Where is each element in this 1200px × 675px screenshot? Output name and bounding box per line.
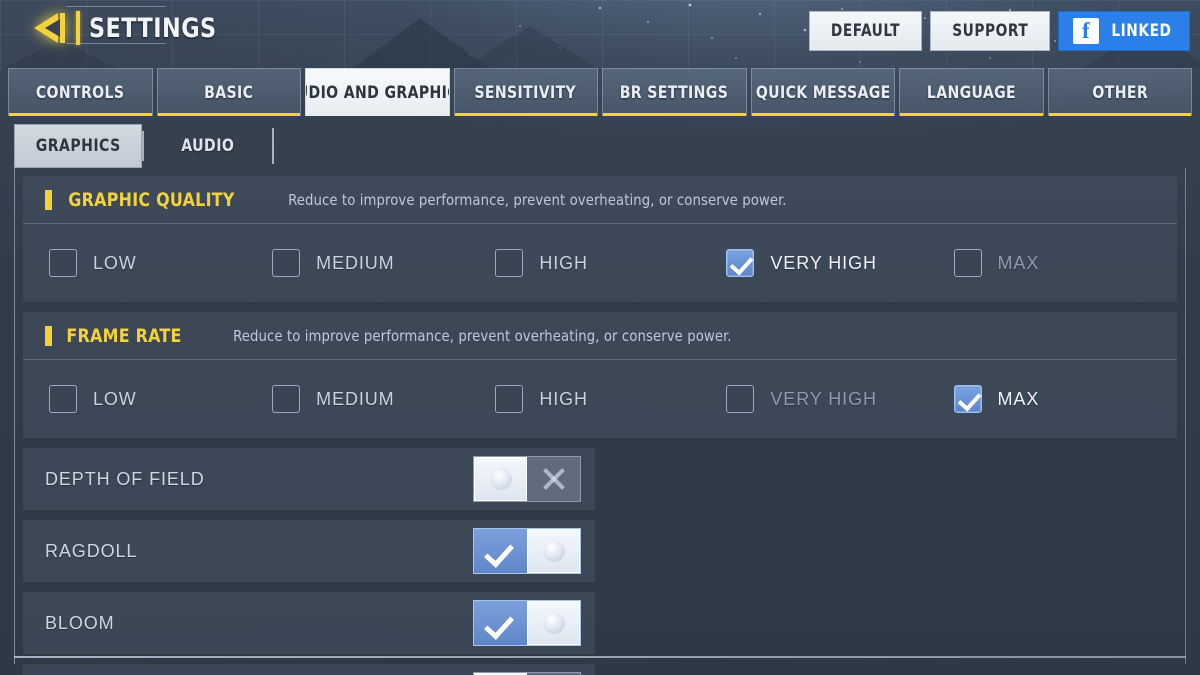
support-button-label: SUPPORT xyxy=(951,21,1028,41)
checkbox-checked-icon[interactable] xyxy=(726,249,755,277)
toggle-knob xyxy=(527,529,580,573)
row-anti-aliasing[interactable]: ANTI-ALIASING xyxy=(23,664,595,675)
option-label: HIGH xyxy=(539,388,588,409)
option-label: MAX xyxy=(997,252,1040,273)
option-label: HIGH xyxy=(539,252,588,273)
option-label: MEDIUM xyxy=(316,252,395,273)
panel-bottom-divider xyxy=(14,656,1186,658)
checkbox-icon[interactable] xyxy=(272,385,301,413)
row-depth-of-field[interactable]: DEPTH OF FIELD xyxy=(23,448,595,510)
toggle-knob xyxy=(474,457,527,501)
section-accent-icon xyxy=(45,325,52,346)
tab-basic[interactable]: BASIC xyxy=(156,68,301,116)
section-header: GRAPHIC QUALITY Reduce to improve perfor… xyxy=(23,176,1177,224)
tab-controls[interactable]: CONTROLS xyxy=(8,68,153,116)
option-frame-rate-high[interactable]: HIGH xyxy=(495,385,726,413)
section-frame-rate: FRAME RATE Reduce to improve performance… xyxy=(23,312,1177,438)
default-button[interactable]: DEFAULT xyxy=(808,11,922,51)
tab-other[interactable]: OTHER xyxy=(1047,68,1192,116)
settings-panel: GRAPHIC QUALITY Reduce to improve perfor… xyxy=(14,168,1186,675)
checkbox-checked-icon[interactable] xyxy=(953,385,982,413)
graphic-quality-options: LOW MEDIUM HIGH VERY HIGH MAX xyxy=(23,224,1177,302)
subtab-divider-2 xyxy=(272,128,274,164)
option-frame-rate-max[interactable]: MAX xyxy=(953,385,1151,413)
tab-label: CONTROLS xyxy=(35,82,125,103)
option-label: VERY HIGH xyxy=(770,252,877,273)
option-graphic-quality-medium[interactable]: MEDIUM xyxy=(272,249,495,277)
checkbox-icon[interactable] xyxy=(953,249,982,277)
tab-label: BR SETTINGS xyxy=(619,82,729,103)
brand-block: SETTINGS xyxy=(30,8,228,48)
section-graphic-quality: GRAPHIC QUALITY Reduce to improve perfor… xyxy=(23,176,1177,302)
option-frame-rate-low[interactable]: LOW xyxy=(49,385,272,413)
row-label: DEPTH OF FIELD xyxy=(45,468,205,489)
toggle-on-icon xyxy=(474,601,527,645)
tab-br-settings[interactable]: BR SETTINGS xyxy=(602,68,747,116)
tab-label: AUDIO AND GRAPHICS xyxy=(306,82,449,103)
option-label: LOW xyxy=(93,388,137,409)
section-title: GRAPHIC QUALITY xyxy=(68,188,235,211)
main-tab-bar: CONTROLS BASIC AUDIO AND GRAPHICS SENSIT… xyxy=(8,68,1192,116)
row-label: RAGDOLL xyxy=(45,540,138,561)
settings-screen: SETTINGS DEFAULT SUPPORT LINKED CONTROLS… xyxy=(0,0,1200,675)
support-button[interactable]: SUPPORT xyxy=(929,11,1051,51)
section-title: FRAME RATE xyxy=(66,324,182,347)
option-graphic-quality-high[interactable]: HIGH xyxy=(495,249,726,277)
toggle-rows: DEPTH OF FIELD RAGDOLL BLOOM xyxy=(23,448,1177,675)
option-label: MAX xyxy=(997,388,1040,409)
frame-rate-options: LOW MEDIUM HIGH VERY HIGH MAX xyxy=(23,360,1177,438)
tab-audio-and-graphics[interactable]: AUDIO AND GRAPHICS xyxy=(305,68,450,116)
option-graphic-quality-max[interactable]: MAX xyxy=(953,249,1151,277)
toggle-off-icon xyxy=(527,457,580,501)
tab-label: QUICK MESSAGE xyxy=(755,82,891,103)
checkbox-icon[interactable] xyxy=(49,385,77,413)
top-bar: SETTINGS DEFAULT SUPPORT LINKED xyxy=(0,0,1200,64)
section-accent-icon xyxy=(45,189,52,210)
page-title: SETTINGS xyxy=(89,12,217,44)
tab-sensitivity[interactable]: SENSITIVITY xyxy=(453,68,598,116)
default-button-label: DEFAULT xyxy=(830,21,900,41)
title-accent-bar xyxy=(76,11,80,45)
checkbox-icon[interactable] xyxy=(726,385,755,413)
section-description: Reduce to improve performance, prevent o… xyxy=(233,326,732,345)
facebook-linked-button[interactable]: LINKED xyxy=(1058,11,1190,51)
facebook-icon xyxy=(1073,18,1100,44)
subtab-audio[interactable]: AUDIO xyxy=(144,124,272,168)
option-label: MEDIUM xyxy=(316,388,395,409)
option-label: VERY HIGH xyxy=(770,388,877,409)
tab-label: LANGUAGE xyxy=(926,82,1016,103)
tab-label: SENSITIVITY xyxy=(474,82,577,103)
checkbox-icon[interactable] xyxy=(495,385,524,413)
tab-label: OTHER xyxy=(1091,82,1148,103)
checkbox-icon[interactable] xyxy=(49,249,77,277)
tab-quick-message[interactable]: QUICK MESSAGE xyxy=(750,68,895,116)
tab-language[interactable]: LANGUAGE xyxy=(899,68,1044,116)
row-bloom[interactable]: BLOOM xyxy=(23,592,595,654)
toggle-bloom[interactable] xyxy=(473,600,581,646)
subtab-label: GRAPHICS xyxy=(35,136,121,156)
option-label: LOW xyxy=(93,252,137,273)
toggle-ragdoll[interactable] xyxy=(473,528,581,574)
option-graphic-quality-low[interactable]: LOW xyxy=(49,249,272,277)
option-frame-rate-medium[interactable]: MEDIUM xyxy=(272,385,495,413)
toggle-knob xyxy=(527,601,580,645)
facebook-linked-label: LINKED xyxy=(1111,21,1172,41)
toggle-depth-of-field[interactable] xyxy=(473,456,581,502)
top-button-group: DEFAULT SUPPORT LINKED xyxy=(808,11,1190,51)
section-description: Reduce to improve performance, prevent o… xyxy=(288,190,787,209)
option-frame-rate-very-high[interactable]: VERY HIGH xyxy=(726,385,953,413)
checkbox-icon[interactable] xyxy=(272,249,301,277)
section-header: FRAME RATE Reduce to improve performance… xyxy=(23,312,1177,360)
tab-label: BASIC xyxy=(204,82,254,103)
subtab-graphics[interactable]: GRAPHICS xyxy=(14,124,142,168)
row-label: BLOOM xyxy=(45,612,115,633)
toggle-on-icon xyxy=(474,529,527,573)
option-graphic-quality-very-high[interactable]: VERY HIGH xyxy=(726,249,953,277)
sub-tab-bar: GRAPHICS AUDIO xyxy=(14,124,1186,168)
checkbox-icon[interactable] xyxy=(495,249,524,277)
subtab-label: AUDIO xyxy=(181,136,235,156)
row-ragdoll[interactable]: RAGDOLL xyxy=(23,520,595,582)
back-arrow-icon[interactable] xyxy=(30,8,74,48)
